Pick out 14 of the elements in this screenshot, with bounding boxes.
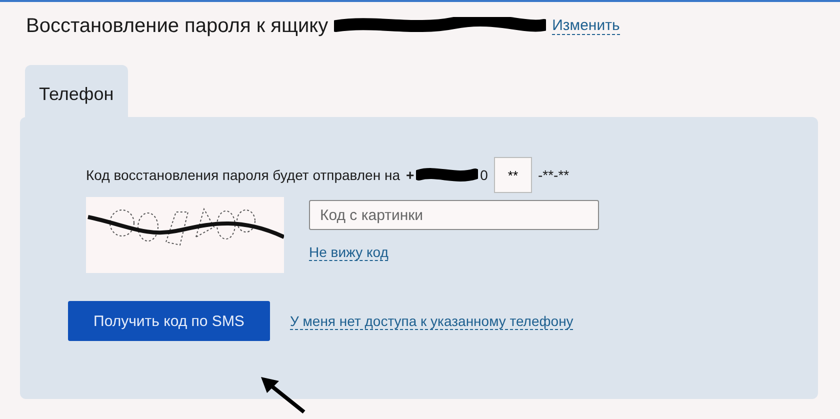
captcha-field[interactable]: Код с картинки (309, 200, 599, 230)
phone-notice: Код восстановления пароля будет отправлен на (86, 167, 400, 183)
get-sms-code-button[interactable]: Получить код по SMS (68, 301, 270, 341)
change-link[interactable]: Изменить (552, 18, 620, 34)
phone-digit: 0 (480, 167, 488, 183)
no-access-link[interactable]: У меня нет доступа к указанному телефону (290, 312, 574, 330)
tab[interactable]: Телефон (25, 65, 128, 117)
annotation-arrow (259, 375, 307, 415)
phone-suffix: -**-** (538, 167, 570, 183)
page-title: Восстановление пароля к ящику (26, 14, 328, 38)
redaction-scribble (416, 167, 478, 183)
digits-field[interactable]: ** (494, 157, 532, 193)
phone-prefix: + (406, 167, 414, 183)
cant-see-code-link[interactable]: Не вижу код (309, 244, 388, 261)
